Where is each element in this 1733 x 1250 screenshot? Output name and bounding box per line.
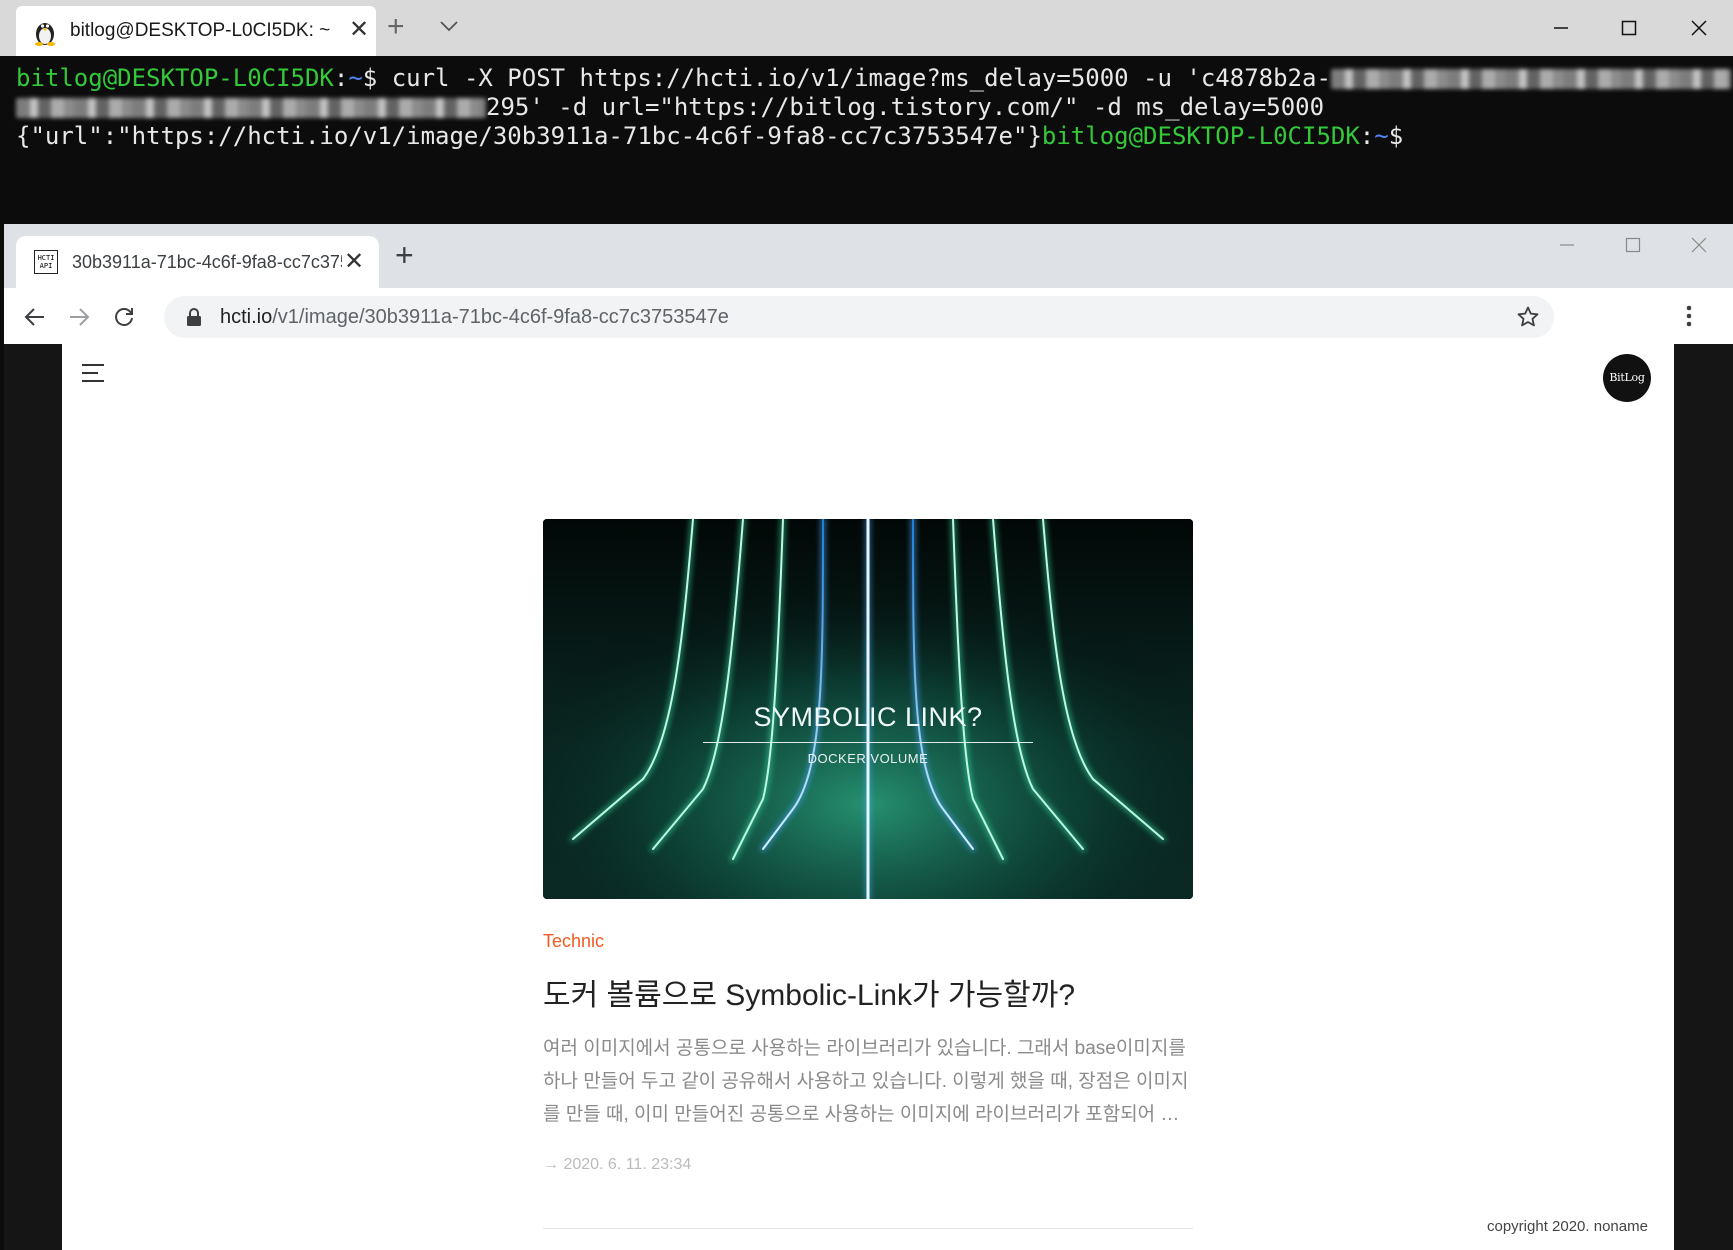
prompt-user: bitlog@DESKTOP-L0CI5DK: [1041, 122, 1360, 150]
hero-divider: [703, 742, 1033, 743]
redacted-credential: [16, 98, 486, 118]
excerpt-line: 하나 만들어 두고 같이 공유해서 사용하고 있습니다. 이렇게 했을 때, 장…: [543, 1071, 1189, 1092]
blog-page: BitLog SYMBOLIC LINK? DOCKER VOLUME Tech…: [62, 344, 1674, 1250]
close-icon[interactable]: [1665, 0, 1733, 56]
prompt-sep: :: [333, 64, 349, 92]
terminal-output[interactable]: bitlog@DESKTOP-L0CI5DK:~$ curl -X POST h…: [16, 64, 1731, 151]
browser-tab-title: 30b3911a-71bc-4c6f-9fa8-cc7c3753547e: [72, 252, 342, 272]
address-bar[interactable]: hcti.io/v1/image/30b3911a-71bc-4c6f-9fa8…: [164, 296, 1554, 338]
chevron-down-icon[interactable]: [437, 14, 461, 38]
post-thumbnail[interactable]: SYMBOLIC LINK? DOCKER VOLUME: [543, 519, 1193, 899]
linux-tux-icon: [35, 23, 55, 46]
minimize-icon[interactable]: [1534, 224, 1600, 266]
prompt-user: bitlog@DESKTOP-L0CI5DK: [16, 64, 334, 92]
close-icon[interactable]: ✕: [344, 248, 364, 276]
terminal-window: bitlog@DESKTOP-L0CI5DK: ~ ✕ + bitlog@DES…: [0, 0, 1733, 224]
minimize-icon[interactable]: [1527, 0, 1595, 56]
url-path: /v1/image/30b3911a-71bc-4c6f-9fa8-cc7c37…: [272, 306, 729, 328]
post-date: → 2020. 6. 11. 23:34: [543, 1156, 692, 1173]
page-viewport[interactable]: BitLog SYMBOLIC LINK? DOCKER VOLUME Tech…: [4, 344, 1733, 1250]
prompt-sep: :: [1359, 122, 1375, 150]
terminal-tab-title: bitlog@DESKTOP-L0CI5DK: ~: [70, 20, 331, 41]
command-text: curl -X POST https://hcti.io/v1/image?ms…: [377, 64, 1331, 92]
post-title[interactable]: 도커 볼륨으로 Symbolic-Link가 가능할까?: [543, 970, 1075, 1014]
redacted-credential: [1330, 69, 1731, 89]
hero-title: SYMBOLIC LINK?: [753, 702, 983, 732]
excerpt-line: 여러 이미지에서 공통으로 사용하는 라이브러리가 있습니다. 그래서 base…: [543, 1038, 1186, 1059]
command-output: {"url":"https://hcti.io/v1/image/30b3911…: [16, 122, 1042, 150]
close-icon[interactable]: [1666, 224, 1732, 266]
hcti-favicon-icon: HCTI API: [34, 250, 58, 274]
back-arrow-icon[interactable]: [18, 300, 52, 334]
address-url[interactable]: hcti.io/v1/image/30b3911a-71bc-4c6f-9fa8…: [220, 306, 729, 329]
close-icon[interactable]: ✕: [349, 16, 369, 44]
browser-window: HCTI API 30b3911a-71bc-4c6f-9fa8-cc7c375…: [4, 224, 1733, 1250]
terminal-titlebar: bitlog@DESKTOP-L0CI5DK: ~ ✕ +: [0, 0, 1733, 56]
copyright-text: copyright 2020. noname: [1487, 1218, 1648, 1235]
reload-icon[interactable]: [107, 300, 141, 334]
prompt-symbol: $: [1388, 122, 1404, 150]
url-host: hcti.io: [220, 306, 273, 328]
browser-tabstrip: HCTI API 30b3911a-71bc-4c6f-9fa8-cc7c375…: [4, 224, 1733, 288]
post-divider: [543, 1228, 1193, 1229]
lock-icon[interactable]: [186, 308, 202, 326]
terminal-tab[interactable]: bitlog@DESKTOP-L0CI5DK: ~ ✕: [16, 6, 376, 56]
more-vert-icon[interactable]: [1686, 304, 1692, 328]
command-text-end: 295' -d url="https://bitlog.tistory.com/…: [486, 93, 1325, 121]
forward-arrow-icon[interactable]: [62, 300, 96, 334]
hero-subtitle: DOCKER VOLUME: [807, 751, 929, 766]
site-logo[interactable]: BitLog: [1603, 354, 1651, 402]
prompt-path: ~: [1374, 122, 1389, 150]
browser-tab[interactable]: HCTI API 30b3911a-71bc-4c6f-9fa8-cc7c375…: [16, 236, 379, 288]
hamburger-menu-icon[interactable]: [82, 364, 108, 386]
maximize-icon[interactable]: [1595, 0, 1663, 56]
plus-icon[interactable]: +: [387, 10, 405, 44]
maximize-icon[interactable]: [1600, 224, 1666, 266]
post-excerpt[interactable]: 여러 이미지에서 공통으로 사용하는 라이브러리가 있습니다. 그래서 base…: [543, 1032, 1203, 1131]
plus-icon[interactable]: +: [395, 239, 414, 271]
prompt-path: ~: [348, 64, 363, 92]
browser-toolbar: hcti.io/v1/image/30b3911a-71bc-4c6f-9fa8…: [4, 288, 1733, 345]
post-category[interactable]: Technic: [543, 931, 604, 952]
excerpt-line: 를 만들 때, 이미 만들어진 공통으로 사용하는 이미지에 라이브러리가 포함…: [543, 1104, 1180, 1125]
prompt-symbol: $: [362, 64, 378, 92]
star-icon[interactable]: [1516, 305, 1540, 329]
